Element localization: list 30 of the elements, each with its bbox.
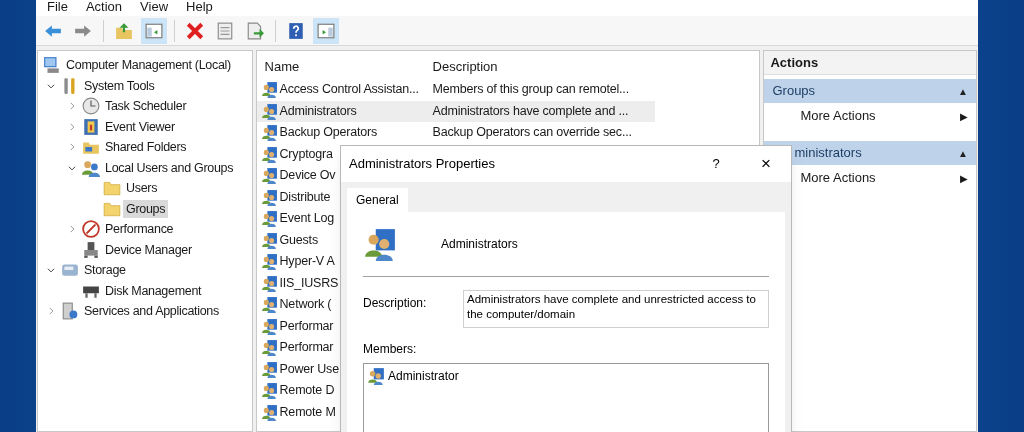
group-name: Power Use	[279, 360, 339, 378]
submenu-arrow: ▶	[960, 109, 968, 124]
section-title: Groups	[772, 82, 816, 101]
group-name: Device Ov	[279, 167, 336, 185]
field-label: Members:	[363, 341, 418, 358]
group-name: Event Log	[279, 210, 335, 228]
group-name: Administrators	[279, 102, 357, 120]
group-name: Remote M	[279, 403, 336, 421]
submenu-arrow: ▶	[960, 171, 968, 186]
group-name: Access Control Assistan...	[279, 81, 419, 99]
action-label: More Actions	[800, 169, 876, 188]
group-description: Members of this group can remotel...	[431, 81, 629, 99]
group-description: Administrators have complete and ...	[431, 102, 629, 120]
group-name: Hyper-V A	[279, 253, 335, 271]
group-name: Guests	[279, 231, 318, 249]
group-name: Performar	[279, 317, 334, 335]
pane-title: Actions	[764, 51, 976, 75]
group-name: Administrators	[441, 236, 518, 253]
group-name: Performar	[279, 339, 334, 357]
dialog-title: Administrators Properties	[349, 155, 496, 174]
action-label: More Actions	[800, 107, 876, 126]
group-name: IIS_IUSRS	[279, 274, 339, 292]
section-title: ministrators	[794, 144, 862, 163]
group-name: Remote D	[279, 382, 335, 400]
group-name: Cryptogra	[279, 145, 333, 163]
group-name: Network (	[279, 296, 332, 314]
group-name: Distribute	[279, 188, 331, 206]
field-label: Description:	[363, 295, 428, 312]
group-name: Backup Operators	[279, 124, 378, 142]
group-description: Backup Operators can override sec...	[431, 124, 632, 142]
